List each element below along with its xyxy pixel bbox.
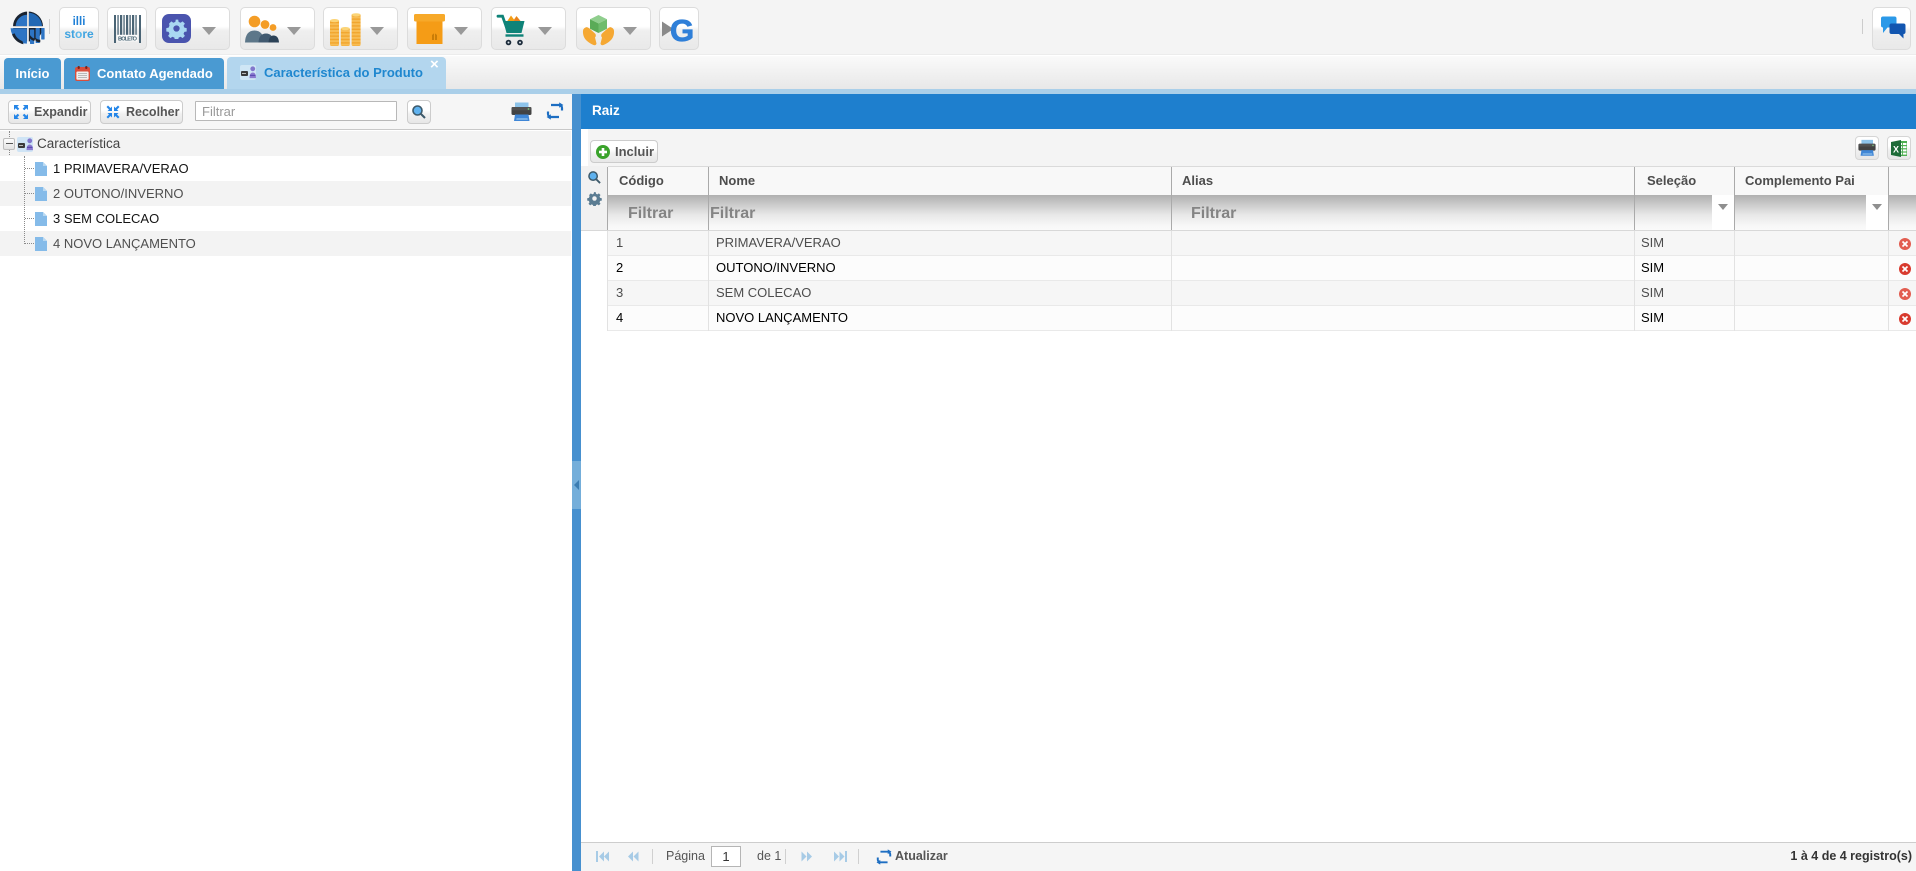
svg-text:BOLETO: BOLETO [118, 36, 138, 42]
svg-text:G: G [670, 13, 694, 46]
svg-text:X: X [1893, 145, 1899, 155]
